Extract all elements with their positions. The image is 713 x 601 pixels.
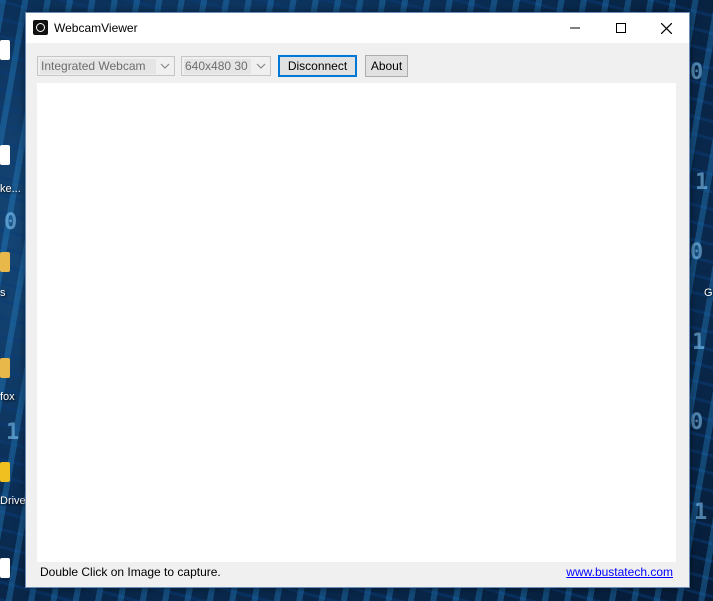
about-button[interactable]: About [365,55,408,77]
desktop-shortcut-icon[interactable] [0,558,10,578]
resolution-select[interactable]: 640x480 30 [181,56,271,76]
chevron-down-icon [256,63,266,69]
website-link[interactable]: www.bustatech.com [566,565,673,579]
webcam-viewer-window: WebcamViewer Integrated Webcam 640x480 3… [25,12,690,588]
device-select-value: Integrated Webcam [40,59,156,74]
chevron-down-icon [160,63,170,69]
desktop-label[interactable]: fox [0,391,15,403]
maximize-button[interactable] [598,13,644,43]
title-bar[interactable]: WebcamViewer [26,13,689,43]
capture-hint: Double Click on Image to capture. [40,565,221,579]
desktop-label[interactable]: s [0,287,6,299]
maximize-icon [616,23,626,33]
device-select[interactable]: Integrated Webcam [37,56,175,76]
folder-icon[interactable] [0,358,10,378]
desktop-shortcut-icon[interactable] [0,145,10,165]
drive-icon[interactable] [0,462,10,482]
close-icon [660,22,672,34]
webcam-icon [33,20,48,35]
minimize-icon [570,27,580,29]
desktop-label[interactable]: G [704,287,713,299]
window-title: WebcamViewer [54,21,138,35]
webcam-image-area[interactable] [37,83,676,562]
minimize-button[interactable] [552,13,598,43]
close-button[interactable] [643,13,689,43]
desktop-label[interactable]: Drive [0,495,26,507]
resolution-select-value: 640x480 30 [184,59,251,74]
folder-icon[interactable] [0,252,10,272]
desktop-shortcut-icon[interactable] [0,40,10,60]
disconnect-button[interactable]: Disconnect [278,55,357,77]
desktop-label[interactable]: ke... [0,183,21,195]
